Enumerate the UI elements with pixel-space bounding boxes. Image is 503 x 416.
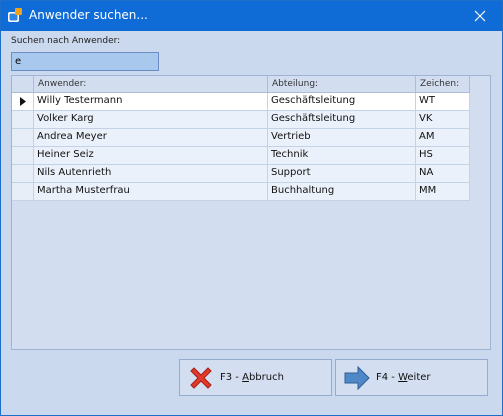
cell-dept[interactable]: Support xyxy=(268,165,416,182)
row-indicator xyxy=(12,165,34,182)
window-title: Anwender suchen... xyxy=(29,8,148,22)
row-indicator xyxy=(12,111,34,128)
row-indicator xyxy=(12,147,34,164)
arrow-right-icon xyxy=(344,365,370,391)
table-row[interactable]: Nils Autenrieth Support NA xyxy=(12,165,470,183)
search-label: Suchen nach Anwender: xyxy=(11,36,121,46)
cell-sign[interactable]: AM xyxy=(416,129,470,146)
table-row[interactable]: Martha Musterfrau Buchhaltung MM xyxy=(12,183,470,201)
cancel-label-mnemonic: A xyxy=(242,372,249,383)
close-icon xyxy=(474,10,486,22)
grid-body: Willy Testermann Geschäftsleitung WT Vol… xyxy=(12,93,470,201)
cell-name[interactable]: Martha Musterfrau xyxy=(34,183,268,200)
cell-sign[interactable]: NA xyxy=(416,165,470,182)
row-indicator xyxy=(12,129,34,146)
next-button-label: F4 - Weiter xyxy=(376,372,431,383)
title-bar[interactable]: Anwender suchen... xyxy=(1,1,502,31)
next-label-rest: eiter xyxy=(407,372,431,383)
current-row-arrow-icon xyxy=(19,97,26,106)
cell-dept[interactable]: Technik xyxy=(268,147,416,164)
cell-dept[interactable]: Buchhaltung xyxy=(268,183,416,200)
cancel-button[interactable]: F3 - Abbruch xyxy=(179,359,332,396)
cell-sign[interactable]: VK xyxy=(416,111,470,128)
table-row[interactable]: Volker Karg Geschäftsleitung VK xyxy=(12,111,470,129)
grid-header: Anwender: Abteilung: Zeichen: xyxy=(12,76,470,93)
cell-sign[interactable]: MM xyxy=(416,183,470,200)
cell-sign[interactable]: HS xyxy=(416,147,470,164)
next-button[interactable]: F4 - Weiter xyxy=(335,359,488,396)
cancel-button-label: F3 - Abbruch xyxy=(220,372,284,383)
red-x-icon xyxy=(190,367,212,389)
app-icon xyxy=(8,8,22,22)
table-row[interactable]: Andrea Meyer Vertrieb AM xyxy=(12,129,470,147)
cell-dept[interactable]: Geschäftsleitung xyxy=(268,111,416,128)
cell-name[interactable]: Andrea Meyer xyxy=(34,129,268,146)
cell-sign[interactable]: WT xyxy=(416,93,470,110)
cell-name[interactable]: Nils Autenrieth xyxy=(34,165,268,182)
cell-name[interactable]: Volker Karg xyxy=(34,111,268,128)
user-grid[interactable]: Anwender: Abteilung: Zeichen: Willy Test… xyxy=(11,75,491,350)
search-user-dialog: Anwender suchen... Suchen nach Anwender:… xyxy=(0,0,503,416)
cell-dept[interactable]: Vertrieb xyxy=(268,129,416,146)
cell-dept[interactable]: Geschäftsleitung xyxy=(268,93,416,110)
header-abteilung[interactable]: Abteilung: xyxy=(268,76,416,93)
table-row[interactable]: Willy Testermann Geschäftsleitung WT xyxy=(12,93,470,111)
row-indicator xyxy=(12,183,34,200)
header-anwender[interactable]: Anwender: xyxy=(34,76,268,93)
row-indicator xyxy=(12,93,34,110)
header-zeichen[interactable]: Zeichen: xyxy=(416,76,470,93)
cancel-label-prefix: F3 - xyxy=(220,372,243,383)
cell-name[interactable]: Willy Testermann xyxy=(34,93,268,110)
table-row[interactable]: Heiner Seiz Technik HS xyxy=(12,147,470,165)
cancel-label-rest: bbruch xyxy=(248,372,284,383)
next-label-mnemonic: W xyxy=(398,372,408,383)
next-label-prefix: F4 - xyxy=(376,372,399,383)
search-input[interactable] xyxy=(11,52,159,71)
close-button[interactable] xyxy=(458,1,502,31)
cell-name[interactable]: Heiner Seiz xyxy=(34,147,268,164)
dialog-client-area: Suchen nach Anwender: Anwender: Abteilun… xyxy=(1,31,502,415)
header-indicator-cell xyxy=(12,76,34,93)
